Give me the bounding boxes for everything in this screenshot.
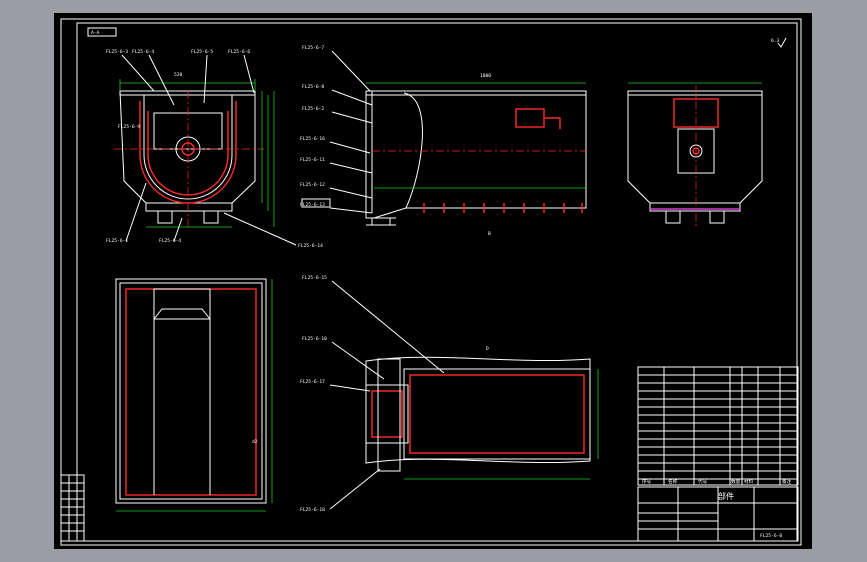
detail-view: D FL25-6-15 FL25-6-10 FL25-6-17 FL25-6-1…	[300, 275, 599, 513]
front-leader-label: FL25-6-4	[159, 238, 181, 244]
side-leader-label: FL25-6-16	[300, 136, 325, 142]
view-label: A-A	[91, 30, 100, 36]
top-view: d2	[115, 278, 273, 512]
detail-leader-label: FL25-6-15	[302, 275, 327, 281]
side-leader-label: FL25-6-8	[302, 84, 324, 90]
parts-header-cell: 序号	[642, 478, 652, 485]
side-section-mark: B	[488, 231, 491, 237]
parts-table: 序号 名称 代号 数量 材料 备注	[637, 366, 799, 486]
detail-label: D	[486, 346, 489, 352]
front-leader-label: FL25-6-9	[118, 124, 140, 130]
front-leader-label: FL25-6-5	[191, 49, 213, 55]
front-leader-label: FL25-6-3	[106, 49, 128, 55]
drawing-canvas[interactable]: A-A 6.3 520 FL25-6-3 FL25-6-4 FL25-6-5 F…	[54, 13, 812, 549]
front-dim-width: 520	[174, 72, 183, 78]
detail-leader-label: FL25-6-17	[300, 379, 325, 385]
front-leader-label: FL25-6-14	[298, 243, 323, 249]
parts-header-cell: 备注	[782, 478, 792, 485]
right-view	[627, 82, 763, 227]
side-leader-label: FL25-6-7	[302, 45, 324, 51]
title-block-name: 部件	[718, 491, 734, 501]
parts-header-cell: 代号	[698, 478, 708, 485]
revision-strip	[60, 474, 85, 542]
title-block: 部件 FL25-6-0	[637, 486, 799, 542]
detail-leader-label: FL25-6-10	[302, 336, 327, 342]
side-dim-length: 1000	[480, 73, 491, 79]
front-leader-label: FL25-6-1	[106, 238, 128, 244]
side-leader-label: FL25-6-11	[300, 157, 325, 163]
top-view-note: d2	[252, 439, 258, 445]
side-leader-label: FL25-6-12	[300, 182, 325, 188]
cad-drawing: A-A 6.3 520 FL25-6-3 FL25-6-4 FL25-6-5 F…	[60, 18, 802, 546]
side-view: 1000 B FL25-6-7 FL25-6-8 FL25-6-2 FL25-6…	[300, 45, 587, 237]
parts-header-cell: 数量	[731, 478, 741, 485]
front-view: 520 FL25-6-3 FL25-6-4 FL25-6-5 FL25-6-6 …	[106, 49, 323, 249]
front-leader-label: FL25-6-4	[132, 49, 154, 55]
parts-header-cell: 材料	[744, 478, 754, 485]
side-leader-label: FL25-6-2	[302, 106, 324, 112]
detail-leader-label: FL25-6-18	[300, 507, 325, 513]
front-leader-label: FL25-6-6	[228, 49, 250, 55]
sheet-border	[60, 18, 802, 546]
parts-header-cell: 名称	[668, 478, 678, 485]
sheet-number: FL25-6-0	[760, 533, 782, 539]
